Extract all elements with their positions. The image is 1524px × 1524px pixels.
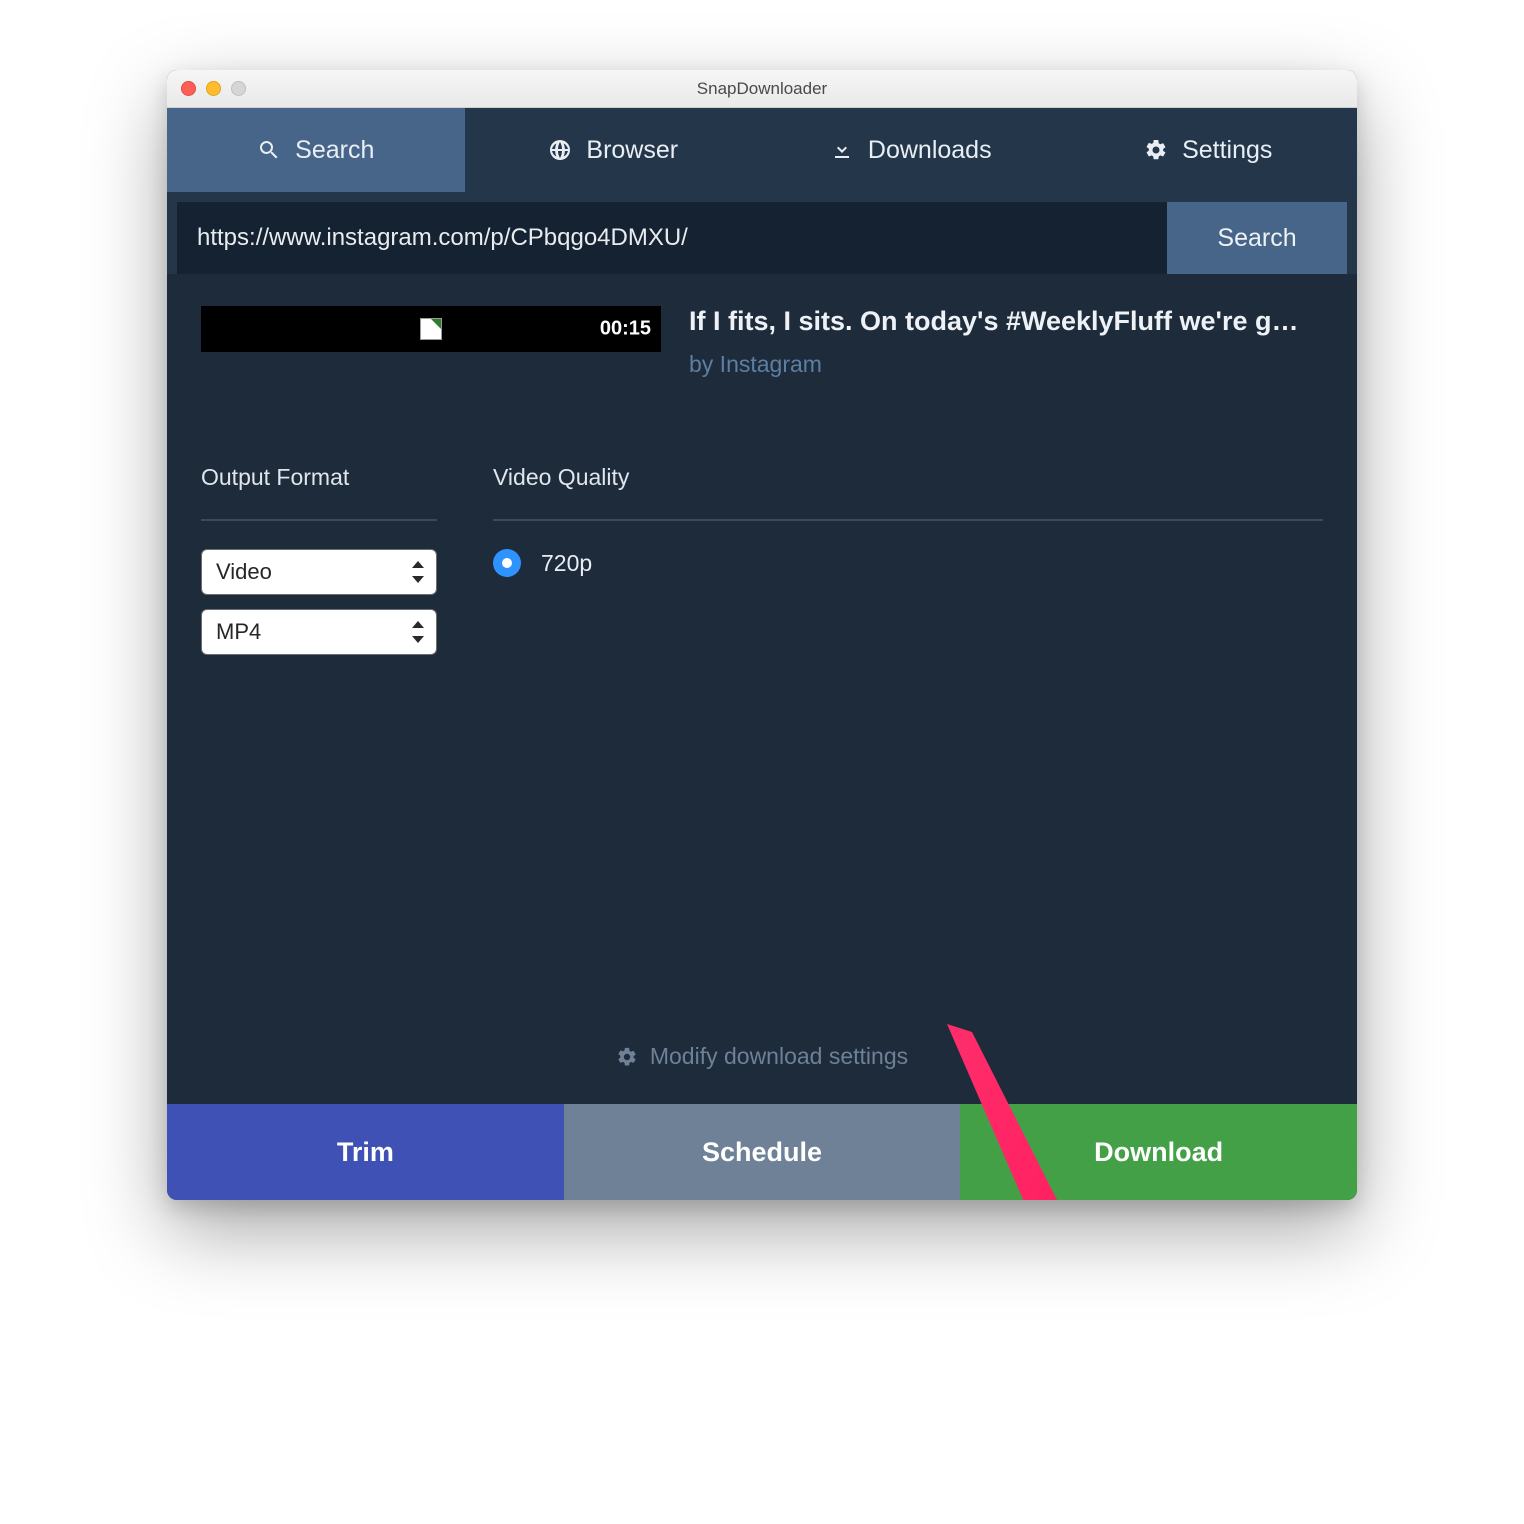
main-tabs: Search Browser Downloads Settings (167, 108, 1357, 192)
content-area: 00:15 If I fits, I sits. On today's #Wee… (167, 274, 1357, 1104)
tab-search-label: Search (295, 136, 374, 165)
video-title: If I fits, I sits. On today's #WeeklyFlu… (689, 306, 1323, 337)
modify-download-settings-label: Modify download settings (650, 1043, 908, 1070)
gear-icon (1144, 138, 1168, 162)
video-duration: 00:15 (600, 318, 651, 341)
output-format-label: Output Format (201, 464, 437, 521)
tab-browser-label: Browser (586, 136, 678, 165)
video-preview: 00:15 If I fits, I sits. On today's #Wee… (201, 306, 1323, 378)
quality-option-label: 720p (541, 550, 592, 577)
download-button[interactable]: Download (960, 1104, 1357, 1200)
trim-button[interactable]: Trim (167, 1104, 564, 1200)
schedule-button[interactable]: Schedule (564, 1104, 961, 1200)
format-type-select[interactable]: Video (201, 549, 437, 595)
search-icon (257, 138, 281, 162)
close-window-button[interactable] (181, 81, 196, 96)
window-title: SnapDownloader (167, 79, 1357, 99)
minimize-window-button[interactable] (206, 81, 221, 96)
gear-icon (616, 1046, 638, 1068)
action-bar: Trim Schedule Download (167, 1104, 1357, 1200)
chevron-updown-icon (410, 561, 426, 583)
globe-icon (548, 138, 572, 162)
app-window: SnapDownloader Search Browser Downloads … (167, 70, 1357, 1200)
zoom-window-button[interactable] (231, 81, 246, 96)
tab-downloads[interactable]: Downloads (762, 108, 1060, 192)
options-row: Output Format Video MP4 Video Quality 72… (201, 464, 1323, 655)
search-row: Search (167, 192, 1357, 274)
format-container-value: MP4 (216, 619, 261, 645)
tab-settings-label: Settings (1182, 136, 1272, 165)
tab-downloads-label: Downloads (868, 136, 992, 165)
tab-search[interactable]: Search (167, 108, 465, 192)
tab-browser[interactable]: Browser (465, 108, 763, 192)
titlebar: SnapDownloader (167, 70, 1357, 108)
video-quality-label: Video Quality (493, 464, 1323, 521)
format-container-select[interactable]: MP4 (201, 609, 437, 655)
modify-download-settings[interactable]: Modify download settings (167, 1043, 1357, 1070)
chevron-updown-icon (410, 621, 426, 643)
url-input[interactable] (177, 202, 1167, 274)
broken-image-icon (420, 318, 442, 340)
search-button[interactable]: Search (1167, 202, 1347, 274)
traffic-lights (167, 81, 246, 96)
quality-option-720p[interactable]: 720p (493, 549, 1323, 577)
output-format-column: Output Format Video MP4 (201, 464, 437, 655)
format-type-value: Video (216, 559, 272, 585)
video-thumbnail[interactable]: 00:15 (201, 306, 661, 352)
video-quality-column: Video Quality 720p (493, 464, 1323, 655)
tab-settings[interactable]: Settings (1060, 108, 1358, 192)
video-meta: If I fits, I sits. On today's #WeeklyFlu… (689, 306, 1323, 378)
video-author: by Instagram (689, 351, 1323, 378)
radio-selected-icon (493, 549, 521, 577)
download-icon (830, 138, 854, 162)
